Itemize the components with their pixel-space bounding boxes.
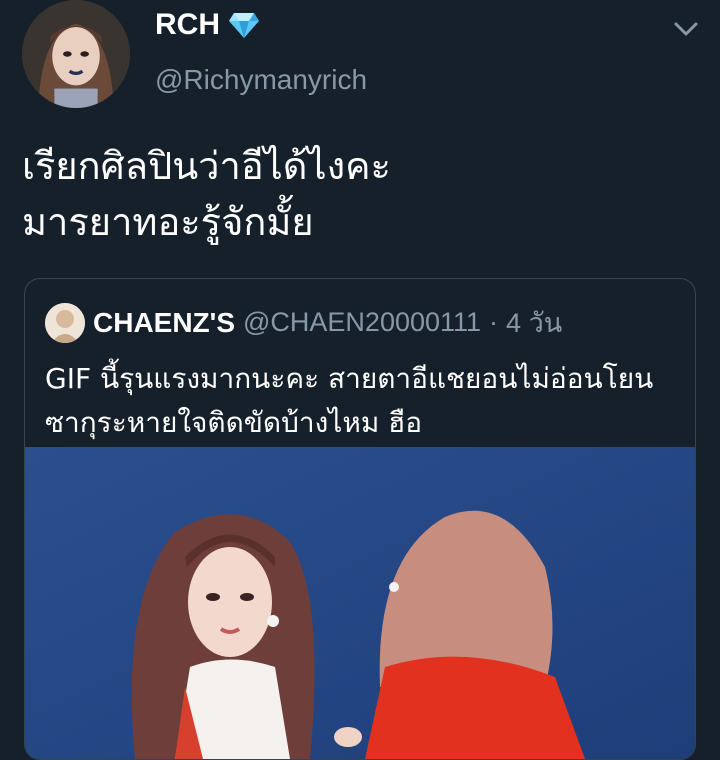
avatar[interactable] xyxy=(22,0,130,108)
tweet-text: เรียกศิลปินว่าอีได้ไงคะ มารยาทอะรู้จักมั… xyxy=(22,138,702,250)
diamond-icon xyxy=(228,11,260,39)
quoted-text-line: GIF นี้รุนแรงมากนะคะ สายตาอีแชยอนไม่อ่อน… xyxy=(45,362,654,395)
quoted-display-name: CHAENZ'S xyxy=(93,306,235,338)
chevron-down-icon[interactable] xyxy=(672,18,700,40)
quoted-tweet-text: GIF นี้รุนแรงมากนะคะ สายตาอีแชยอนไม่อ่อน… xyxy=(45,357,685,445)
quoted-handle: @CHAEN20000111 xyxy=(243,307,482,337)
separator-dot: · xyxy=(489,307,499,337)
handle[interactable]: @Richymanyrich xyxy=(155,64,367,96)
tweet: RCH @Richymanyrich เรียกศิลปินว่าอีได้ไง… xyxy=(0,0,720,760)
quoted-tweet[interactable]: CHAENZ'S @CHAEN20000111 · 4 วัน GIF นี้ร… xyxy=(24,278,696,760)
display-name-label: RCH xyxy=(155,8,220,41)
quoted-timestamp: 4 วัน xyxy=(506,308,563,338)
quoted-avatar xyxy=(45,302,85,343)
display-name[interactable]: RCH xyxy=(155,8,260,42)
quoted-tweet-header: CHAENZ'S @CHAEN20000111 · 4 วัน xyxy=(45,301,562,344)
tweet-text-line: เรียกศิลปินว่าอีได้ไงคะ xyxy=(22,144,391,188)
quoted-text-line: ซากุระหายใจติดขัดบ้างไหม ฮือ xyxy=(45,406,423,439)
quoted-media-image[interactable] xyxy=(25,447,695,759)
tweet-text-line: มารยาทอะรู้จักมั้ย xyxy=(22,200,314,244)
